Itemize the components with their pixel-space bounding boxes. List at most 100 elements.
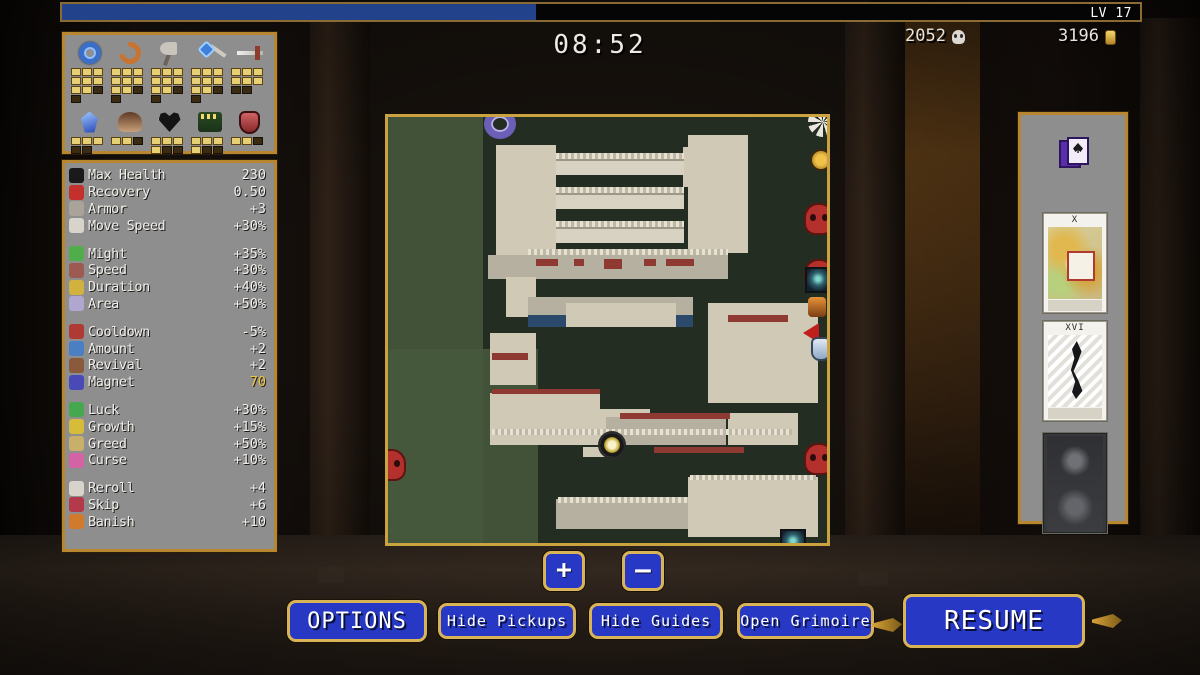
stat-value: -5% [241,323,266,340]
whip-weapon [113,37,147,69]
background-pillar-left [310,18,370,563]
arcana-card-x[interactable]: X [1043,213,1107,313]
axe-weapon [153,40,187,66]
arcana-card-numeral: XVI [1065,323,1085,333]
bracer-passive [113,109,147,135]
red-heart-icon [69,184,84,200]
stat-value: +50% [233,435,266,452]
stat-group-gap [69,391,266,402]
stat-label: Recovery [88,184,150,201]
stat-row: Duration +40% [69,279,266,296]
passive-slot-4[interactable] [191,109,228,154]
stat-group-gap [69,234,266,245]
passive-slot-row [71,109,268,154]
stat-row: Revival +2 [69,357,266,374]
armor-icon [69,201,84,217]
stat-label: Area [88,295,119,312]
banish-icon [69,514,84,530]
passive-slot-3[interactable] [151,109,188,154]
stat-row: Luck +30% [69,402,266,419]
arcana-card-locked[interactable] [1043,433,1107,533]
map-marker-coin [812,151,827,169]
map-marker-flask [813,339,827,359]
speed-icon [69,262,84,278]
stat-value: +30% [233,217,266,234]
hide-guides-button[interactable]: Hide Guides [589,603,723,639]
map-marker-enemy-3 [806,445,827,473]
map-marker-enemy-1 [806,205,827,233]
background-rubble [318,567,344,583]
passive-slot-2[interactable] [111,109,148,154]
map-zoom-out-button[interactable]: – [622,551,664,591]
sword-weapon [233,40,267,66]
map-zoom-in-button[interactable]: + [543,551,585,591]
stat-row: Skip +6 [69,497,266,514]
minimap[interactable] [385,114,830,546]
background-rubble [858,572,888,586]
map-structure [556,159,684,175]
stat-label: Duration [88,279,150,296]
level-pips [191,137,227,154]
open-grimoire-button[interactable]: Open Grimoire [737,603,874,639]
stat-value: +2 [249,357,266,374]
black-heart-passive [153,109,187,135]
arcana-card-xvi[interactable]: XVI [1043,321,1107,421]
arcana-card-art [1047,436,1103,532]
level-pips [111,68,147,103]
background-pillar-mid [845,18,905,563]
hide-pickups-button[interactable]: Hide Pickups [438,603,576,639]
stat-value: +35% [233,245,266,262]
stat-row: Greed +50% [69,435,266,452]
growth-icon [69,419,84,435]
stat-value: +30% [233,401,266,418]
weapon-slot-2[interactable] [111,37,148,103]
weapon-slot-5[interactable] [231,40,268,103]
weapon-slot-3[interactable] [151,40,188,103]
stat-label: Revival [88,357,143,374]
map-marker-enemy-5 [388,451,404,479]
stat-label: Might [88,245,127,262]
candelabra-passive [193,109,227,135]
arcana-deck-icon[interactable] [1059,137,1091,171]
stat-label: Move Speed [88,217,166,234]
stat-label: Max Health [88,167,166,184]
map-structure [556,227,684,243]
passive-slot-5[interactable] [231,109,268,154]
greed-icon [69,436,84,452]
stat-value: +3 [249,200,266,217]
weapon-slot-1[interactable] [71,40,108,103]
map-structure [688,135,748,253]
stat-value: 0.50 [233,184,266,201]
arcana-card-numeral: X [1071,215,1079,225]
arcana-card-caption [1048,300,1102,311]
stat-row: Recovery 0.50 [69,184,266,201]
stat-row: Curse +10% [69,452,266,469]
map-marker-chest-bottom [780,529,806,543]
stat-row: Banish +10 [69,513,266,530]
background-pillar-right [1140,18,1200,563]
cooldown-icon [69,324,84,340]
stat-label: Reroll [88,480,135,497]
stat-value: +15% [233,418,266,435]
background-arch-glow [905,18,980,558]
stat-value: +10% [233,452,266,469]
map-marker-player [600,433,624,457]
stat-value: +40% [233,279,266,296]
stat-row: Growth +15% [69,418,266,435]
red-shield-passive [233,109,267,135]
curse-icon [69,452,84,468]
stat-row: Might +35% [69,245,266,262]
stat-value: +4 [249,480,266,497]
stat-row: Area +50% [69,296,266,313]
experience-bar: LV 17 [60,2,1142,22]
stat-label: Cooldown [88,323,150,340]
stat-label: Magnet [88,374,135,391]
amount-icon [69,341,84,357]
stat-label: Luck [88,401,119,418]
stat-label: Speed [88,262,127,279]
weapon-slot-4[interactable] [191,40,228,103]
stat-group-gap [69,469,266,480]
options-button[interactable]: OPTIONS [287,600,427,642]
resume-button[interactable]: RESUME [903,594,1085,648]
passive-slot-1[interactable] [71,109,108,154]
